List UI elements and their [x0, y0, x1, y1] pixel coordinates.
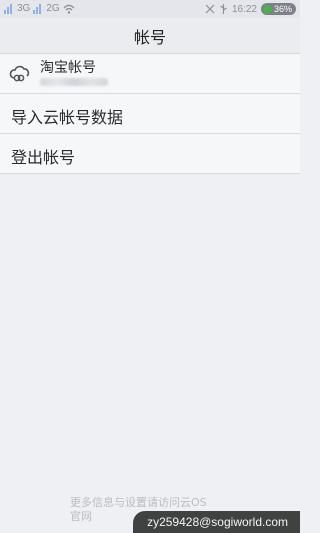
- title-bar: 帐号: [0, 18, 300, 54]
- status-bar: 3G 2G 16:22 36%: [0, 0, 300, 18]
- account-row[interactable]: 淘宝帐号: [0, 54, 300, 94]
- charging-icon: [262, 4, 272, 14]
- usb-icon: [220, 3, 227, 14]
- footer-line-1: 更多信息与设置请访问云OS: [70, 496, 207, 509]
- battery-indicator: 36%: [260, 3, 296, 15]
- network-type-sim1: 3G: [17, 3, 31, 14]
- signal-icon-sim2: [33, 3, 43, 14]
- import-cloud-data-label: 导入云帐号数据: [11, 108, 124, 127]
- no-signal-icon: [205, 4, 215, 14]
- logout-item[interactable]: 登出帐号: [0, 134, 300, 174]
- signal-icon-sim1: [4, 3, 14, 14]
- clock: 16:22: [231, 3, 257, 15]
- logout-label: 登出帐号: [11, 148, 76, 167]
- battery-percent: 36%: [273, 4, 292, 14]
- import-cloud-data-item[interactable]: 导入云帐号数据: [0, 94, 300, 134]
- account-name: 淘宝帐号: [40, 60, 96, 76]
- watermark: zy259428@sogiworld.com: [133, 511, 300, 533]
- wifi-icon: [63, 4, 75, 14]
- account-id-blurred: [40, 78, 108, 86]
- network-type-sim2: 2G: [46, 3, 60, 14]
- page-title: 帐号: [133, 27, 166, 47]
- cloud-link-icon: [9, 65, 30, 82]
